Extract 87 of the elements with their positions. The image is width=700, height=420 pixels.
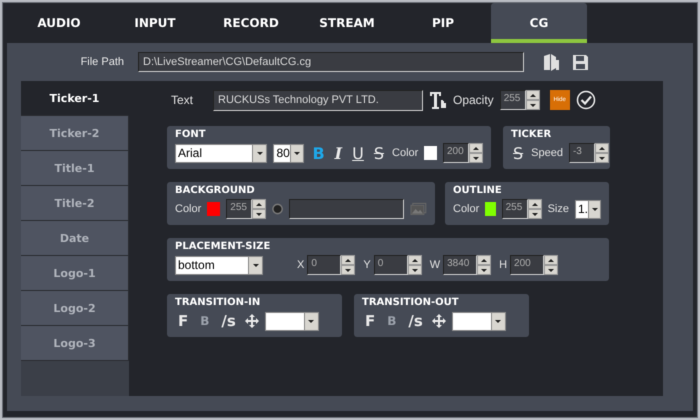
- coordinate-label: Y: [363, 259, 371, 271]
- documents-icon[interactable]: [542, 52, 560, 72]
- spin-down-button[interactable]: [526, 100, 540, 110]
- move-arrows-icon[interactable]: [244, 314, 259, 328]
- transition-button[interactable]: /s: [405, 312, 426, 330]
- sidebar-item[interactable]: Ticker-2: [21, 116, 129, 151]
- spin-down-button[interactable]: [528, 209, 542, 219]
- panel-title: OUTLINE: [453, 185, 503, 196]
- alpha-field[interactable]: 200: [443, 143, 469, 163]
- save-icon[interactable]: [572, 54, 589, 70]
- font-dropdown[interactable]: Arial: [175, 144, 268, 162]
- transition-button[interactable]: F: [175, 312, 192, 330]
- color-swatch[interactable]: [424, 146, 437, 160]
- sidebar-item[interactable]: Title-2: [21, 186, 129, 221]
- spin-up-button[interactable]: [477, 255, 492, 265]
- position-dropdown[interactable]: bottom: [175, 256, 263, 274]
- alpha-field[interactable]: 255: [502, 199, 528, 219]
- spin-down-button[interactable]: [469, 153, 483, 163]
- spin-down-button[interactable]: [594, 153, 609, 163]
- style-toggle-button[interactable]: S: [372, 144, 386, 162]
- file-path-label: File Path: [80, 56, 124, 68]
- circle-icon[interactable]: [272, 203, 284, 215]
- spin-up-button[interactable]: [544, 255, 558, 265]
- style-toggle-button[interactable]: I: [332, 144, 344, 162]
- transition-dropdown[interactable]: [264, 312, 319, 330]
- transition-dropdown[interactable]: [452, 312, 506, 330]
- spin-up-button[interactable]: [528, 199, 542, 209]
- spin-down-button[interactable]: [477, 265, 492, 275]
- spin-up-button[interactable]: [469, 143, 483, 153]
- tab[interactable]: PIP: [395, 3, 491, 43]
- color-label: Color: [392, 147, 418, 159]
- sidebar-item[interactable]: Logo-1: [21, 256, 129, 291]
- sidebar-item[interactable]: Logo-2: [21, 291, 129, 326]
- coordinate-label: W: [430, 259, 440, 271]
- coordinate-label: H: [499, 259, 508, 271]
- speed-field[interactable]: -3: [568, 143, 595, 163]
- spin-down-button[interactable]: [408, 265, 422, 275]
- spin-up-button[interactable]: [594, 143, 609, 153]
- opacity-field[interactable]: 255: [500, 90, 526, 110]
- transition-button[interactable]: /s: [218, 312, 239, 330]
- size-dropdown[interactable]: 80: [273, 144, 304, 162]
- check-circle-icon[interactable]: [576, 90, 596, 110]
- tab[interactable]: INPUT: [107, 3, 203, 43]
- tab[interactable]: CG: [491, 3, 587, 43]
- spin-up-button[interactable]: [252, 199, 266, 209]
- spin-up-button[interactable]: [408, 255, 422, 265]
- tab[interactable]: RECORD: [203, 3, 299, 43]
- spin-down-button[interactable]: [252, 209, 266, 219]
- coordinate-field[interactable]: 0: [307, 255, 342, 275]
- size-label: Size: [548, 203, 569, 215]
- panel-title: FONT: [175, 129, 207, 140]
- style-toggle-button[interactable]: U: [350, 144, 366, 162]
- spin-down-button[interactable]: [341, 265, 356, 275]
- coordinate-field[interactable]: 200: [510, 255, 544, 275]
- spin-up-button[interactable]: [526, 90, 540, 100]
- transition-button[interactable]: F: [362, 312, 378, 330]
- move-arrows-icon[interactable]: [432, 314, 446, 328]
- file-path-field[interactable]: D:\LiveStreamer\CG\DefaultCG.cg: [138, 52, 524, 72]
- speed-label: Speed: [531, 147, 563, 159]
- panel-title: TRANSITION-OUT: [362, 297, 460, 308]
- coordinate-field[interactable]: 3840: [443, 255, 478, 275]
- color-label: Color: [175, 203, 202, 215]
- spin-down-button[interactable]: [544, 265, 558, 275]
- panel-title: BACKGROUND: [175, 185, 256, 196]
- spin-up-button[interactable]: [341, 255, 356, 265]
- image-path-field[interactable]: [289, 199, 404, 219]
- tab[interactable]: AUDIO: [11, 3, 107, 43]
- color-swatch[interactable]: [485, 202, 496, 216]
- text-tool-icon[interactable]: [429, 90, 447, 110]
- tab[interactable]: STREAM: [299, 3, 395, 43]
- sidebar-item[interactable]: Ticker-1: [21, 81, 129, 116]
- coordinate-label: X: [297, 259, 304, 271]
- sidebar-item[interactable]: Title-1: [21, 151, 129, 186]
- coordinate-field[interactable]: 0: [374, 255, 408, 275]
- alpha-field[interactable]: 255: [226, 199, 252, 219]
- panel-title: TICKER: [511, 129, 552, 140]
- panel-title: TRANSITION-IN: [175, 297, 262, 308]
- opacity-label: Opacity: [453, 93, 494, 107]
- strike-button[interactable]: S: [511, 144, 526, 162]
- text-label: Text: [171, 93, 194, 107]
- color-swatch[interactable]: [207, 202, 220, 216]
- size-dropdown[interactable]: 1.: [575, 200, 601, 218]
- text-input-field[interactable]: RUCKUSs Technology PVT LTD.: [213, 90, 423, 110]
- color-label: Color: [453, 203, 480, 215]
- panel-title: PLACEMENT-SIZE: [175, 241, 272, 252]
- sidebar-item[interactable]: Date: [21, 221, 129, 256]
- sidebar-item[interactable]: Logo-3: [21, 326, 129, 361]
